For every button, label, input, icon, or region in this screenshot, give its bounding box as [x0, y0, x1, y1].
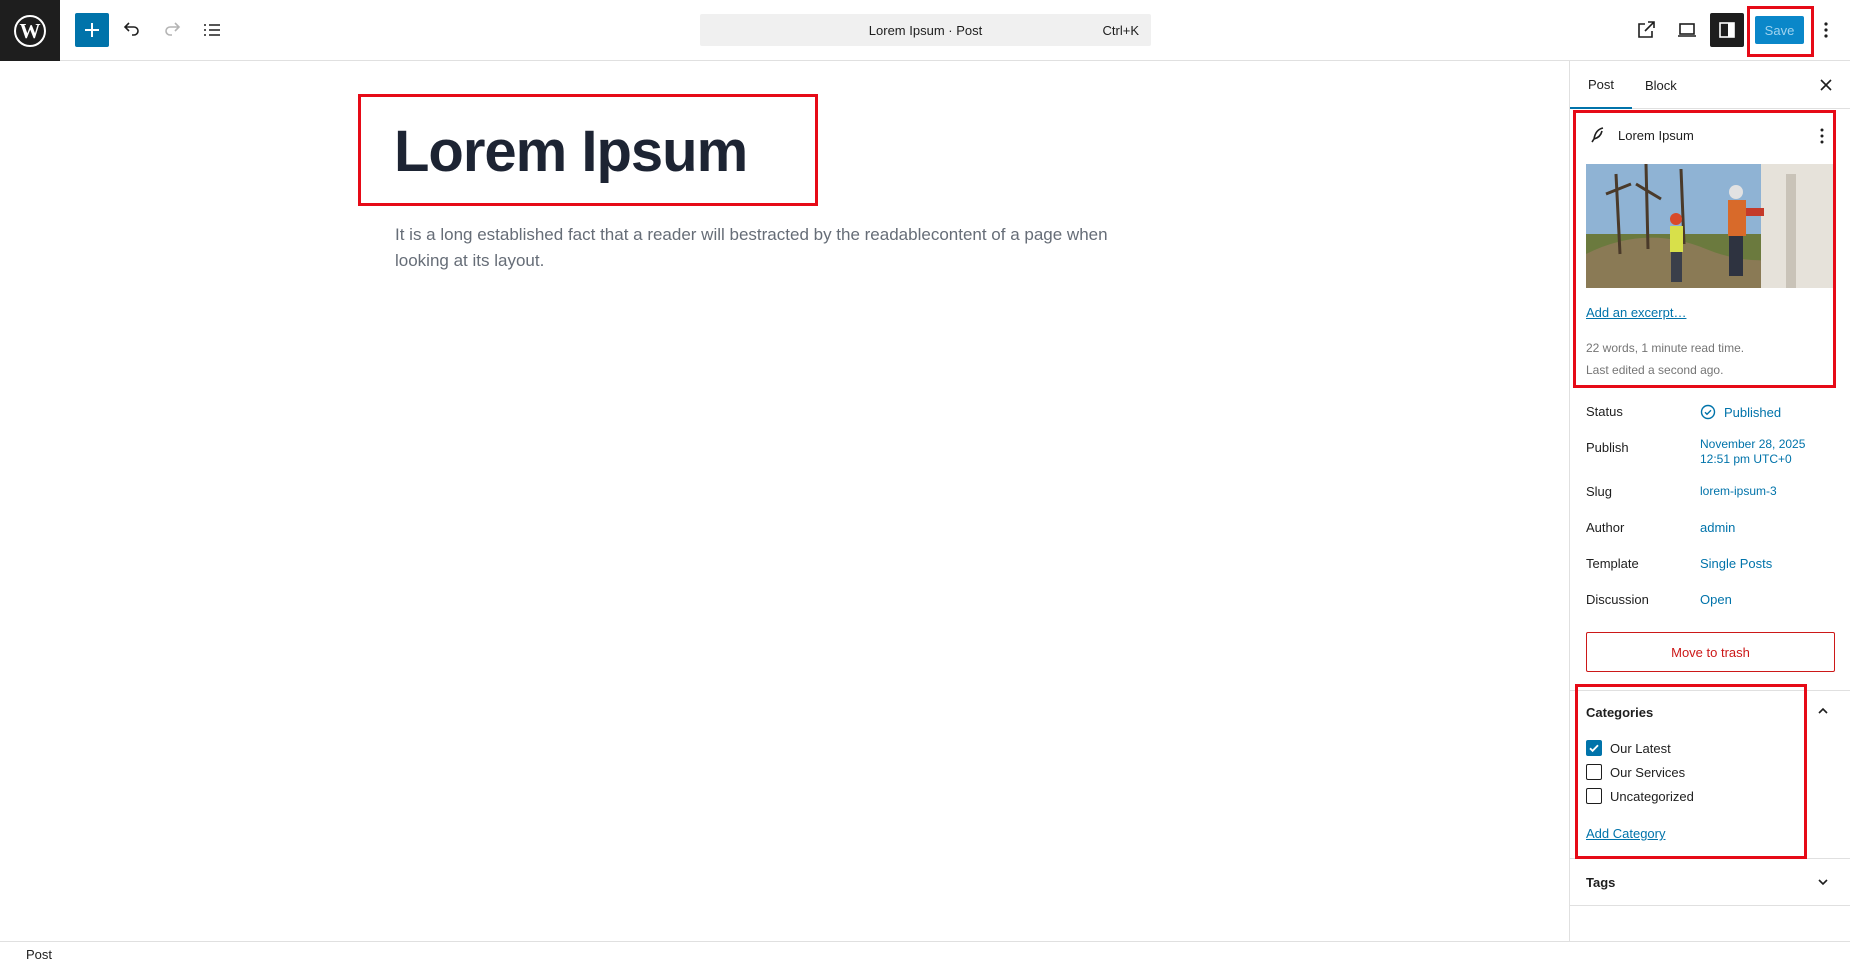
category-option[interactable]: Uncategorized [1586, 788, 1694, 804]
publish-time: 12:51 pm UTC+0 [1700, 452, 1792, 466]
slug-label: Slug [1586, 484, 1613, 499]
slug-value[interactable]: lorem-ipsum-3 [1700, 484, 1777, 498]
last-edited: Last edited a second ago. [1586, 363, 1724, 377]
panel-divider [1569, 858, 1850, 859]
chevron-up-icon[interactable] [1813, 701, 1833, 721]
editor-canvas [0, 61, 1569, 941]
document-overview-icon[interactable] [195, 13, 229, 47]
top-toolbar: W Lorem Ipsum · Post Ctrl+K Save [0, 0, 1850, 61]
view-post-icon[interactable] [1629, 13, 1663, 47]
add-category-link[interactable]: Add Category [1586, 826, 1666, 841]
checkbox-checked-icon[interactable] [1586, 740, 1602, 756]
shortcut-hint: Ctrl+K [1102, 23, 1139, 38]
close-icon[interactable] [1815, 74, 1837, 96]
document-title: Lorem Ipsum · Post [868, 22, 983, 38]
status-label: Status [1586, 404, 1623, 419]
add-excerpt-link[interactable]: Add an excerpt… [1586, 305, 1686, 320]
wordpress-logo-icon[interactable]: W [0, 0, 60, 61]
checkbox-icon[interactable] [1586, 764, 1602, 780]
author-label: Author [1586, 520, 1625, 535]
chevron-down-icon[interactable] [1813, 872, 1833, 892]
post-feather-icon [1588, 125, 1608, 145]
post-title[interactable]: Lorem Ipsum [394, 118, 748, 185]
publish-date: November 28, 2025 [1700, 437, 1806, 451]
tags-title[interactable]: Tags [1586, 875, 1615, 890]
discussion-value[interactable]: Open [1700, 592, 1732, 607]
categories-title[interactable]: Categories [1586, 705, 1653, 720]
tab-block[interactable]: Block [1645, 61, 1677, 109]
undo-icon[interactable] [115, 13, 149, 47]
post-actions-icon[interactable] [1812, 126, 1832, 146]
status-value-text: Published [1724, 404, 1782, 420]
tab-post[interactable]: Post [1570, 61, 1633, 109]
category-label: Uncategorized [1610, 788, 1694, 804]
category-option[interactable]: Our Latest [1586, 740, 1671, 756]
status-footer: Post [0, 941, 1850, 966]
category-label: Our Latest [1610, 740, 1671, 756]
panel-divider [1569, 905, 1850, 906]
discussion-label: Discussion [1586, 592, 1649, 607]
word-count: 22 words, 1 minute read time. [1586, 341, 1745, 355]
command-palette-bar[interactable]: Lorem Ipsum · Post Ctrl+K [700, 14, 1151, 46]
preview-device-icon[interactable] [1670, 13, 1704, 47]
checkbox-icon[interactable] [1586, 788, 1602, 804]
featured-image[interactable] [1586, 164, 1833, 288]
post-card-title: Lorem Ipsum [1618, 128, 1694, 143]
author-value[interactable]: admin [1700, 520, 1735, 535]
published-check-icon [1700, 404, 1716, 420]
status-value[interactable]: Published [1700, 404, 1781, 420]
category-label: Our Services [1610, 764, 1686, 780]
template-label: Template [1586, 556, 1639, 571]
svg-text:W: W [20, 19, 41, 43]
breadcrumb[interactable]: Post [26, 947, 52, 962]
options-menu-icon[interactable] [1810, 13, 1842, 47]
panel-divider [1569, 690, 1850, 691]
move-to-trash-button[interactable]: Move to trash [1586, 632, 1835, 672]
paragraph-block[interactable]: It is a long established fact that a rea… [395, 222, 1165, 274]
template-value[interactable]: Single Posts [1700, 556, 1772, 571]
category-option[interactable]: Our Services [1586, 764, 1685, 780]
redo-icon[interactable] [155, 13, 189, 47]
add-block-button[interactable] [75, 13, 109, 47]
sidebar-tabs: Post Block [1570, 61, 1850, 109]
save-button[interactable]: Save [1755, 16, 1804, 44]
settings-sidebar-toggle-icon[interactable] [1710, 13, 1744, 47]
publish-label: Publish [1586, 440, 1629, 455]
publish-date-button[interactable]: November 28, 2025 12:51 pm UTC+0 [1700, 437, 1805, 467]
